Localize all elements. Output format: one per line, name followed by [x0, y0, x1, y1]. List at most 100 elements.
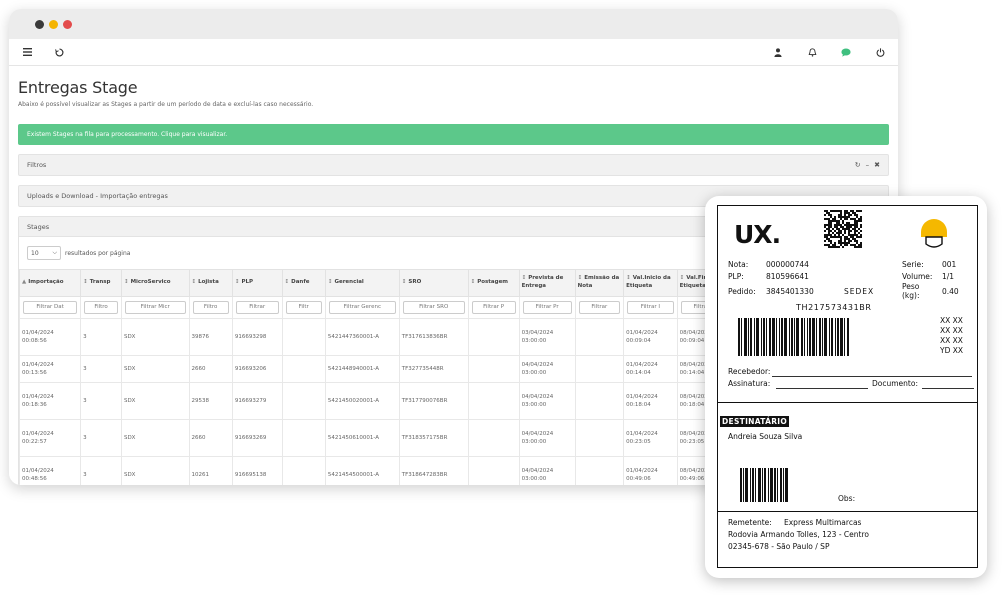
qr-module — [860, 234, 862, 236]
column-filter-input[interactable]: Filtrar Pr — [522, 301, 572, 314]
window-dot-yellow[interactable] — [49, 19, 58, 29]
window-dot-dark[interactable] — [35, 19, 44, 29]
qr-module — [860, 226, 862, 228]
collapse-icon[interactable]: – — [866, 161, 870, 169]
column-filter-input[interactable]: Filtrar P — [471, 301, 516, 314]
qr-module — [832, 232, 834, 234]
column-header[interactable]: ↕ PLP — [231, 269, 283, 297]
column-header[interactable]: ↕ MicroServico — [120, 269, 190, 297]
pedido-value: 3845401330 — [766, 287, 814, 296]
column-header-label: Lojista — [198, 279, 219, 286]
qr-module — [834, 220, 836, 222]
table-cell: 3 — [80, 419, 122, 457]
qr-module — [860, 220, 862, 222]
column-filter-input[interactable]: Filtrar I — [627, 301, 674, 314]
filter-cell: Filtrar — [574, 296, 625, 319]
column-filter-input[interactable]: Filtrar — [578, 301, 621, 314]
table-cell: 5421450610001-A — [324, 419, 400, 457]
qr-module — [844, 216, 846, 218]
qr-code-icon — [824, 210, 862, 248]
qr-module — [828, 222, 830, 224]
column-header[interactable]: ▲ Importação — [18, 269, 82, 297]
refresh-icon[interactable]: ↻ — [855, 161, 861, 169]
qr-module — [856, 226, 858, 228]
power-icon[interactable] — [874, 46, 886, 58]
page-size-value: 10 — [31, 249, 39, 257]
filters-panel[interactable]: Filtros ↻ – ✖ — [18, 154, 889, 176]
table-cell: 916693269 — [231, 419, 283, 457]
qr-module — [852, 228, 854, 230]
qr-module — [842, 246, 844, 248]
qr-module — [856, 242, 858, 244]
qr-module — [824, 236, 826, 238]
qr-module — [830, 224, 832, 226]
qr-module — [852, 234, 854, 236]
qr-module — [844, 244, 846, 246]
table-cell — [467, 382, 520, 420]
assinatura-label: Assinatura: — [728, 379, 771, 388]
filters-panel-title: Filtros — [27, 161, 47, 169]
column-header[interactable]: ↕ Gerencial — [324, 269, 400, 297]
column-filter-input[interactable]: Filtr — [285, 301, 322, 314]
column-filter-input[interactable]: Filtrar Gerenc — [328, 301, 396, 314]
history-icon[interactable] — [53, 46, 65, 58]
column-header[interactable]: ↕ Transp — [80, 269, 122, 297]
stages-panel-title: Stages — [27, 222, 50, 231]
qr-module — [858, 210, 860, 212]
column-filter-input[interactable]: Filtrar Micr — [124, 301, 186, 314]
qr-module — [848, 240, 850, 242]
column-filter-input[interactable]: Filtrar Dat — [23, 301, 78, 314]
page-size-select[interactable]: 10 ⌵ — [27, 246, 61, 260]
side-code: XX XX — [940, 316, 963, 325]
qr-module — [834, 230, 836, 232]
alert-text: Existem Stages na fila para processament… — [27, 131, 228, 138]
qr-module — [838, 236, 840, 238]
column-header[interactable]: ↕ Postagem — [467, 269, 520, 297]
menu-icon[interactable] — [21, 46, 33, 58]
table-cell: SDX — [120, 456, 190, 485]
qr-module — [838, 216, 840, 218]
stages-queue-alert[interactable]: Existem Stages na fila para processament… — [18, 124, 889, 145]
qr-module — [858, 246, 860, 248]
qr-module — [832, 246, 834, 248]
table-cell: 2660 — [188, 419, 233, 457]
table-cell: 01/04/2024 00:49:06 — [623, 456, 678, 485]
column-filter-input[interactable]: Filtro — [84, 301, 118, 314]
table-cell: 39876 — [188, 318, 233, 356]
qr-module — [856, 216, 858, 218]
qr-module — [834, 210, 836, 212]
column-header[interactable]: ↕ Danfe — [281, 269, 326, 297]
qr-module — [854, 246, 856, 248]
qr-module — [824, 230, 826, 232]
user-icon[interactable] — [772, 46, 784, 58]
qr-module — [848, 224, 850, 226]
column-header[interactable]: ↕ Prevista de Entrega — [518, 269, 576, 297]
close-icon[interactable]: ✖ — [874, 161, 880, 169]
bell-icon[interactable] — [806, 46, 818, 58]
qr-module — [858, 232, 860, 234]
column-filter-input[interactable]: Filtro — [192, 301, 229, 314]
qr-module — [836, 224, 838, 226]
column-header-label: Gerencial — [334, 279, 364, 286]
window-dot-red[interactable] — [63, 19, 72, 29]
chat-icon[interactable] — [840, 46, 852, 58]
qr-module — [838, 234, 840, 236]
column-header[interactable]: ↕ SRO — [398, 269, 469, 297]
column-filter-input[interactable]: Filtrar SRO — [402, 301, 465, 314]
column-header[interactable]: ↕ Val.Inicio da Etiqueta — [623, 269, 678, 297]
column-header[interactable]: ↕ Lojista — [188, 269, 233, 297]
table-cell: 916693279 — [231, 382, 283, 420]
nota-label: Nota: — [728, 260, 749, 269]
qr-module — [852, 210, 854, 212]
qr-module — [856, 214, 858, 216]
qr-module — [838, 222, 840, 224]
qr-module — [846, 226, 848, 228]
qr-module — [846, 224, 848, 226]
column-filter-input[interactable]: Filtrar — [235, 301, 279, 314]
table-cell: 04/04/2024 03:00:00 — [518, 355, 576, 383]
qr-module — [858, 220, 860, 222]
sort-icon: ↕ — [83, 279, 88, 286]
qr-module — [836, 222, 838, 224]
qr-module — [832, 236, 834, 238]
column-header[interactable]: ↕ Emissão da Nota — [574, 269, 625, 297]
